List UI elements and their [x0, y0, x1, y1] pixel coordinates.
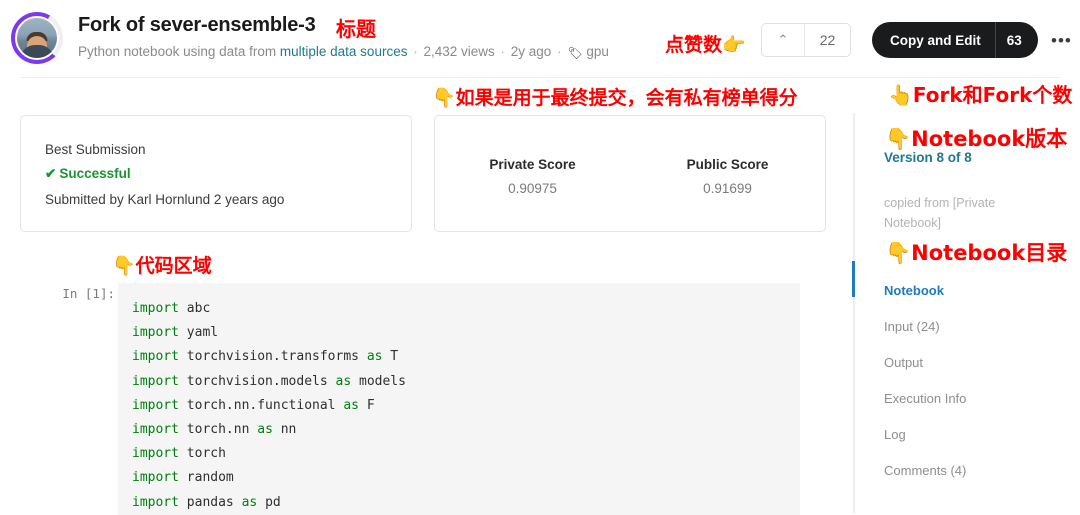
- code-line: import torchvision.transforms as T: [132, 345, 800, 369]
- notebook-page: Fork of sever-ensemble-3 Python notebook…: [0, 0, 1080, 515]
- code-keyword: as: [343, 397, 359, 413]
- version-link[interactable]: Version 8 of 8: [884, 150, 972, 165]
- code-keyword: as: [241, 494, 258, 510]
- copy-and-edit-label: Copy and Edit: [872, 22, 996, 58]
- header-divider: [20, 77, 1060, 78]
- code-text: torchvision.transforms: [178, 349, 367, 365]
- code-text: T: [382, 349, 399, 365]
- sidebar-rail: [853, 113, 855, 513]
- code-line: import random: [132, 466, 800, 490]
- sidebar-active-indicator: [852, 261, 855, 297]
- upvote-control[interactable]: ⌃ 22: [761, 23, 851, 57]
- code-keyword: import: [132, 470, 179, 486]
- best-submission-label: Best Submission: [45, 142, 146, 157]
- more-options-icon[interactable]: •••: [1051, 32, 1072, 49]
- submitted-by-label: Submitted by Karl Hornlund 2 years ago: [45, 192, 285, 207]
- code-line: import yaml: [132, 321, 800, 345]
- toc-item-log[interactable]: Log: [884, 416, 1074, 452]
- code-text: torch.nn: [178, 422, 258, 438]
- public-score-value: 0.91699: [703, 181, 752, 196]
- toc-item-input-24[interactable]: Input (24): [884, 308, 1074, 344]
- code-text: yaml: [178, 325, 219, 341]
- code-text: torchvision.models: [178, 373, 336, 389]
- data-sources-link[interactable]: multiple data sources: [280, 44, 408, 59]
- code-line: import pandas as pd: [132, 491, 800, 515]
- annotation-private-score: 👇如果是用于最终提交，会有私有榜单得分: [432, 87, 798, 109]
- code-line: import torch.nn as nn: [132, 418, 800, 442]
- public-score-column: Public Score 0.91699: [630, 157, 825, 231]
- code-line: import torch: [132, 442, 800, 466]
- code-keyword: import: [132, 422, 179, 438]
- code-text: pd: [257, 494, 281, 510]
- code-text: F: [359, 397, 375, 413]
- annotation-toc: 👇Notebook目录: [885, 241, 1068, 265]
- meta-separator-2: ·: [496, 44, 509, 59]
- code-keyword: as: [366, 349, 383, 365]
- code-text: models: [351, 373, 406, 389]
- cell-prompt-label: In [1]:: [62, 286, 115, 301]
- code-line: import torchvision.models as models: [132, 370, 800, 394]
- status-label: Successful: [59, 166, 131, 181]
- private-score-column: Private Score 0.90975: [435, 157, 630, 231]
- avatar[interactable]: [11, 12, 63, 64]
- code-text: torch: [178, 446, 226, 462]
- status-badge: ✔ Successful: [45, 166, 411, 182]
- views-count: 2,432 views: [423, 44, 495, 59]
- annotation-code: 👇代码区域: [112, 255, 212, 277]
- private-score-value: 0.90975: [508, 181, 557, 196]
- public-score-label: Public Score: [686, 157, 769, 172]
- upvote-arrow-icon[interactable]: ⌃: [762, 24, 805, 56]
- age-label: 2y ago: [510, 44, 552, 59]
- code-keyword: import: [132, 349, 179, 365]
- toc-item-comments-4[interactable]: Comments (4): [884, 452, 1074, 488]
- toc-item-notebook[interactable]: Notebook: [884, 272, 1074, 308]
- best-submission-card: Best Submission ✔ Successful Submitted by…: [20, 115, 412, 232]
- code-keyword: as: [257, 422, 273, 438]
- table-of-contents: Notebook Input (24) Output Execution Info Lo…: [884, 272, 1074, 488]
- toc-item-execution-info[interactable]: Execution Info: [884, 380, 1074, 416]
- code-text: abc: [178, 301, 211, 316]
- code-editor[interactable]: import abc import yaml import torchvision.…: [118, 283, 800, 515]
- annotation-upvotes: 点赞数👉: [665, 34, 746, 56]
- code-text: pandas: [178, 494, 242, 510]
- copied-from-label: copied from [Private Notebook]: [884, 196, 996, 230]
- avatar-body: [20, 45, 54, 58]
- annotation-title: 标题: [336, 17, 376, 41]
- code-line: import torch.nn.functional as F: [132, 394, 800, 418]
- code-keyword: import: [132, 373, 179, 389]
- private-score-label: Private Score: [489, 157, 576, 172]
- score-card: Private Score 0.90975 Public Score 0.916…: [434, 115, 826, 232]
- avatar-image: [15, 16, 59, 60]
- code-keyword: import: [132, 397, 179, 413]
- annotation-version: 👇Notebook版本: [885, 127, 1068, 151]
- code-keyword: import: [132, 301, 179, 316]
- code-text: random: [178, 470, 234, 486]
- meta-separator-3: ·: [553, 44, 566, 59]
- code-text: torch.nn.functional: [178, 397, 344, 413]
- code-text: nn: [272, 422, 297, 438]
- score-row: Private Score 0.90975 Public Score 0.916…: [435, 116, 825, 231]
- meta-separator-1: ·: [409, 44, 422, 59]
- code-keyword: import: [132, 446, 179, 462]
- toc-item-output[interactable]: Output: [884, 344, 1074, 380]
- copy-and-edit-button[interactable]: Copy and Edit 63: [872, 22, 1038, 58]
- fork-count: 63: [1006, 32, 1022, 48]
- code-line: import abc: [132, 297, 800, 321]
- gpu-tag-label: gpu: [586, 44, 609, 59]
- check-icon: ✔: [45, 166, 57, 181]
- tag-icon: 🏷: [567, 46, 583, 60]
- notebook-meta: Python notebook using data from multiple…: [78, 44, 609, 60]
- meta-prefix: Python notebook using data from: [78, 44, 280, 59]
- annotation-fork: 👆Fork和Fork个数: [888, 83, 1073, 107]
- upvote-count: 22: [819, 32, 836, 48]
- code-keyword: as: [335, 373, 352, 389]
- code-keyword: import: [132, 325, 179, 341]
- code-keyword: import: [132, 494, 179, 510]
- page-header: Fork of sever-ensemble-3 Python notebook…: [0, 0, 1080, 78]
